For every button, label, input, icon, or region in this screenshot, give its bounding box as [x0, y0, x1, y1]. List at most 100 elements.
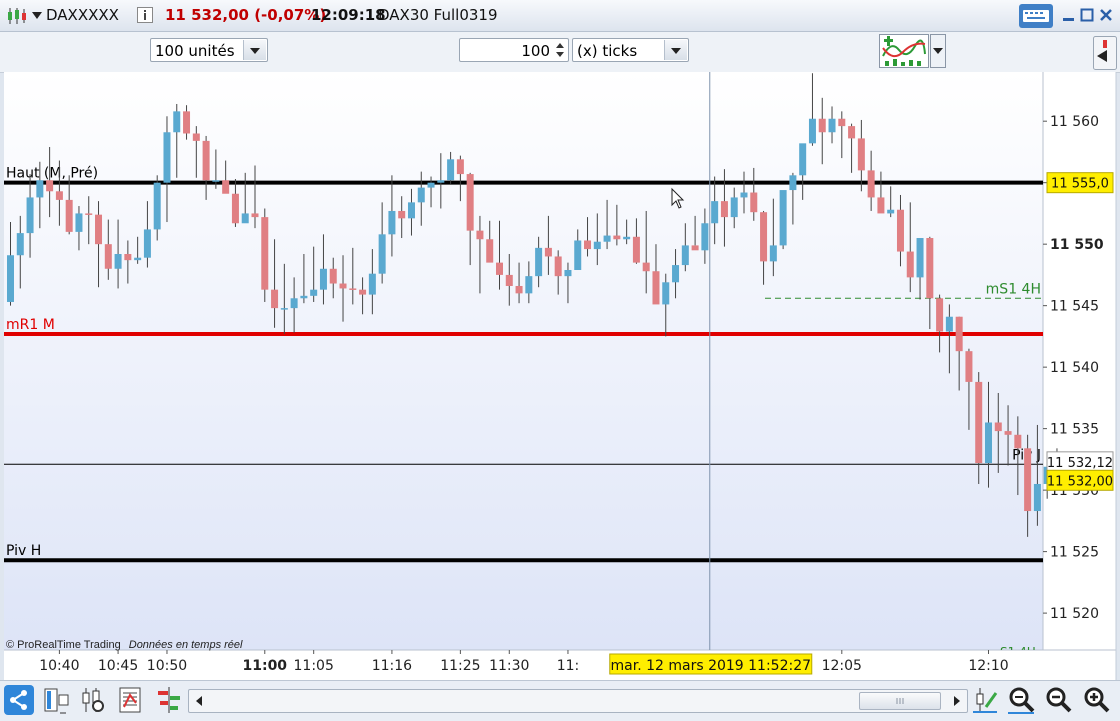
- candle-body: [417, 187, 425, 203]
- level-label: Haut (M, Pré): [6, 166, 98, 182]
- candle-body: [965, 351, 973, 382]
- candle-body: [926, 238, 934, 299]
- scroll-right-icon[interactable]: [947, 690, 967, 712]
- candle-body: [916, 238, 924, 278]
- candle-body: [584, 240, 592, 250]
- candle-body: [163, 132, 171, 183]
- scroll-left-icon[interactable]: [189, 690, 209, 712]
- panel-toggle-icon[interactable]: [1093, 36, 1117, 70]
- indicators-dropdown-icon[interactable]: [930, 34, 946, 68]
- candle-body: [95, 214, 103, 245]
- indicators-icon[interactable]: [879, 34, 929, 68]
- candle-body: [975, 381, 983, 464]
- candle-body: [720, 201, 728, 218]
- realtime-note: Données en temps réel: [129, 639, 243, 651]
- info-icon[interactable]: [137, 7, 153, 23]
- price-tick-label: 11 550: [1050, 237, 1104, 253]
- candle-body: [231, 193, 239, 224]
- price-tick-label: 11 525: [1050, 545, 1099, 561]
- price-tag-label: 11 555,0: [1051, 177, 1109, 192]
- candle-body: [662, 282, 670, 305]
- plot-background: [4, 72, 1043, 650]
- candle-body: [359, 289, 367, 295]
- level-label: mS1 4H: [986, 281, 1041, 297]
- time-tick-label: 11:: [557, 658, 580, 674]
- window-layout-icon[interactable]: [42, 685, 72, 715]
- candle-body: [760, 212, 768, 262]
- bottom-toolbar: [0, 680, 1120, 721]
- level-label: Piv H: [6, 543, 41, 559]
- candle-body: [985, 422, 992, 464]
- candlestick-app-icon[interactable]: [6, 7, 28, 25]
- instrument-name: DAX30 Full0319: [378, 6, 498, 24]
- candle-body: [848, 126, 856, 139]
- candle-body: [505, 274, 513, 286]
- maximize-icon[interactable]: [1080, 8, 1094, 22]
- share-icon[interactable]: [4, 685, 34, 715]
- candle-body: [877, 197, 885, 214]
- candle-body: [603, 235, 611, 242]
- candle-body: [564, 269, 572, 277]
- symbol-name[interactable]: DAXXXXX: [46, 6, 119, 24]
- candle-body: [36, 180, 44, 198]
- candle-body: [994, 422, 1002, 432]
- order-book-icon[interactable]: [154, 685, 184, 715]
- ticks-spinner-icon[interactable]: [554, 41, 566, 59]
- candle-body: [7, 255, 14, 302]
- scrollbar-thumb[interactable]: [859, 692, 941, 710]
- candle-body: [740, 192, 748, 198]
- candle-body: [290, 298, 298, 309]
- price-tag-label: 11 532,00: [1047, 474, 1113, 489]
- time-tick-label: 10:40: [39, 658, 79, 674]
- candle-body: [789, 175, 797, 191]
- zoom-in-icon[interactable]: [1081, 685, 1111, 715]
- zoom-out-icon[interactable]: [1043, 685, 1073, 715]
- candle-body: [261, 217, 269, 290]
- candle-body: [85, 213, 93, 215]
- candle-body: [447, 159, 455, 181]
- candle-body: [437, 180, 445, 183]
- auto-scale-icon[interactable]: [970, 685, 1000, 715]
- candle-body: [212, 180, 220, 182]
- ticks-count-input[interactable]: 100: [459, 38, 569, 62]
- time-tick-label: 11:25: [440, 658, 480, 674]
- candle-body: [779, 190, 787, 246]
- candle-body: [173, 111, 181, 133]
- candle-body: [476, 230, 484, 240]
- chart-toolbar: 100 unités 100 (x) ticks: [0, 32, 1120, 73]
- price-tag-label: 11 532,12: [1047, 456, 1113, 471]
- candle-body: [46, 180, 54, 192]
- candle-body: [887, 209, 895, 214]
- ticks-count-value: 100: [521, 42, 550, 60]
- candle-body: [652, 271, 660, 305]
- candle-body: [319, 268, 327, 290]
- quantity-dropdown-button[interactable]: [243, 40, 266, 60]
- candle-body: [251, 213, 259, 218]
- price-tick-label: 11 545: [1050, 299, 1099, 315]
- candle-body: [769, 245, 777, 262]
- keyboard-icon[interactable]: [1019, 4, 1053, 28]
- quantity-select[interactable]: 100 unités: [150, 38, 268, 62]
- minimize-icon[interactable]: [1062, 8, 1076, 22]
- candle-body: [124, 254, 132, 261]
- time-tick-label: 10:45: [98, 658, 138, 674]
- ticks-unit-select[interactable]: (x) ticks: [572, 38, 689, 62]
- trading-list-icon[interactable]: [116, 685, 146, 715]
- crosshair-date-label: mar. 12 mars 2019 11:52:27: [611, 658, 812, 674]
- time-tick-label: 11:16: [372, 658, 412, 674]
- candle-body: [681, 245, 689, 266]
- candle-body: [65, 199, 73, 232]
- candle-body: [26, 197, 34, 234]
- zoom-fit-icon[interactable]: [1006, 685, 1036, 715]
- close-icon[interactable]: [1099, 8, 1113, 22]
- candle-body: [1014, 434, 1022, 449]
- ticks-unit-dropdown-button[interactable]: [664, 40, 687, 60]
- candle-body: [613, 235, 621, 240]
- candle-body: [388, 210, 396, 235]
- candle-body: [799, 143, 807, 176]
- horizontal-scrollbar[interactable]: [188, 689, 968, 713]
- price-chart[interactable]: Haut (M, Pré)mR1 MmS1 4HPiv JPiv H 11 56…: [0, 72, 1120, 680]
- menu-dropdown-icon[interactable]: [32, 12, 42, 20]
- chart-settings-icon[interactable]: [78, 685, 108, 715]
- time-tick-label: 12:10: [968, 658, 1008, 674]
